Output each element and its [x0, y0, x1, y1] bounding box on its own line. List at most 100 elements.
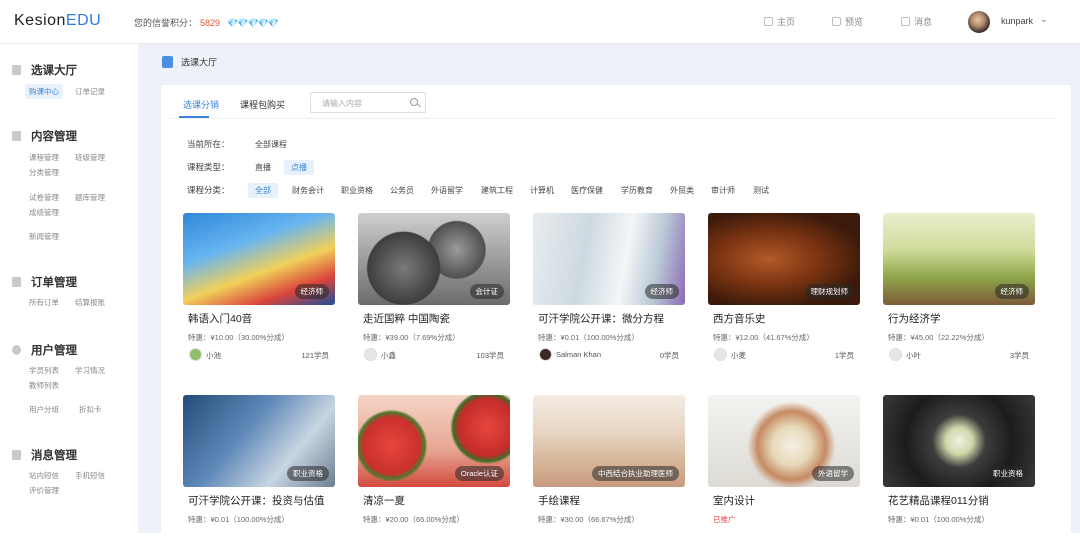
category-option[interactable]: 职业资格: [341, 185, 373, 196]
course-thumbnail[interactable]: 职业资格: [183, 395, 335, 487]
course-title[interactable]: 花艺精品课程011分销: [888, 493, 989, 508]
sidebar-section-content: 内容管理: [12, 128, 77, 144]
student-count: 103学员: [476, 351, 504, 360]
sidebar-item-news-manage[interactable]: 新闻管理: [29, 231, 59, 242]
category-option[interactable]: 公务员: [390, 185, 414, 196]
sidebar-item-user-groups[interactable]: 用户分组: [29, 404, 59, 415]
sidebar-item-purchase-center[interactable]: 购课中心: [25, 84, 63, 99]
diamond-icons: 💎💎💎💎💎: [227, 18, 279, 28]
tab-course-distribution[interactable]: 选课分销: [183, 98, 219, 111]
username[interactable]: kunpark: [1001, 16, 1033, 26]
category-option[interactable]: 外贸类: [670, 185, 694, 196]
chevron-down-icon[interactable]: ⌄: [1040, 14, 1048, 25]
course-title[interactable]: 可汗学院公开课：投资与估值: [188, 493, 325, 508]
course-card[interactable]: 中西结合执业助理医师 手绘课程 特惠：¥30.00（66.67%分成）: [533, 395, 685, 555]
student-count: 0学员: [659, 351, 679, 360]
course-price: 特惠：¥39.00（7.69%分成）: [363, 333, 460, 342]
sidebar-title-course-hall[interactable]: 选课大厅: [12, 62, 77, 78]
sidebar-item-exam-manage[interactable]: 试卷管理: [29, 192, 59, 203]
course-thumbnail[interactable]: 经济师: [883, 213, 1035, 305]
category-badge: 经济师: [644, 284, 679, 299]
sidebar-item-discount-card[interactable]: 折扣卡: [79, 404, 102, 415]
teacher-name: 小麦: [731, 351, 746, 360]
sidebar-title-orders[interactable]: 订单管理: [12, 274, 77, 290]
course-thumbnail[interactable]: 经济师: [533, 213, 685, 305]
sidebar-title-messages[interactable]: 消息管理: [12, 447, 77, 463]
category-option[interactable]: 建筑工程: [481, 185, 513, 196]
sidebar-item-teacher-list[interactable]: 教师列表: [29, 380, 59, 391]
course-title[interactable]: 清凉一夏: [363, 493, 405, 508]
course-card[interactable]: Oracle认证 清凉一夏 特惠：¥20.00（65.00%分成）: [358, 395, 510, 555]
sidebar-item-all-orders[interactable]: 所有订单: [29, 297, 59, 308]
course-title[interactable]: 手绘课程: [538, 493, 580, 508]
sidebar-item-score-manage[interactable]: 成绩管理: [29, 207, 59, 218]
sidebar-item-question-bank[interactable]: 题库管理: [75, 192, 105, 203]
category-option[interactable]: 计算机: [530, 185, 554, 196]
sidebar-item-order-records[interactable]: 订单记录: [75, 86, 105, 97]
sidebar-item-settlement[interactable]: 结算报账: [75, 297, 105, 308]
category-option[interactable]: 审计师: [711, 185, 735, 196]
course-thumbnail[interactable]: 中西结合执业助理医师: [533, 395, 685, 487]
course-price: 特惠：¥30.00（66.67%分成）: [538, 515, 639, 524]
location-value[interactable]: 全部课程: [255, 139, 287, 150]
top-bar: KesionEDU 您的信誉积分： 5829 💎💎💎💎💎 主页 预览 消息 kunp…: [0, 0, 1080, 44]
category-option[interactable]: 医疗保健: [571, 185, 603, 196]
course-card[interactable]: 会计证 走近国粹 中国陶瓷 特惠：¥39.00（7.69%分成） 小鑫 103学…: [358, 213, 510, 373]
type-option-live[interactable]: 直播: [255, 162, 271, 173]
course-title[interactable]: 可汗学院公开课：微分方程: [538, 311, 664, 326]
course-thumbnail[interactable]: 会计证: [358, 213, 510, 305]
sidebar-item-review-manage[interactable]: 评价管理: [29, 485, 59, 496]
user-avatar[interactable]: [968, 11, 990, 33]
category-option-all[interactable]: 全部: [248, 183, 278, 198]
logo[interactable]: KesionEDU: [14, 12, 101, 30]
sidebar-item-mobile-sms[interactable]: 手机短信: [75, 470, 105, 481]
sidebar-title-users[interactable]: 用户管理: [12, 342, 77, 358]
category-badge: 中西结合执业助理医师: [592, 466, 679, 481]
category-option[interactable]: 学历教育: [621, 185, 653, 196]
sidebar-item-course-manage[interactable]: 课程管理: [29, 152, 59, 163]
course-price: 特惠：¥10.00（30.00%分成）: [188, 333, 289, 342]
course-thumbnail[interactable]: 经济师: [183, 213, 335, 305]
course-card[interactable]: 经济师 可汗学院公开课：微分方程 特惠：¥0.01（100.00%分成） Sal…: [533, 213, 685, 373]
nav-home[interactable]: 主页: [764, 15, 795, 28]
type-option-vod[interactable]: 点播: [284, 160, 314, 175]
course-card[interactable]: 职业资格 可汗学院公开课：投资与估值 特惠：¥0.01（100.00%分成）: [183, 395, 335, 555]
search-icon[interactable]: [410, 98, 418, 106]
sidebar-item-site-sms[interactable]: 站内短信: [29, 470, 59, 481]
course-card[interactable]: 经济师 行为经济学 特惠：¥45.00（22.22%分成） 小叶 3学员: [883, 213, 1035, 373]
search-input[interactable]: 请输入内容: [310, 92, 426, 113]
sidebar-item-class-manage[interactable]: 班级管理: [75, 152, 105, 163]
course-thumbnail[interactable]: 理财规划师: [708, 213, 860, 305]
credit-score-value: 5829: [200, 18, 221, 28]
course-card[interactable]: 职业资格 花艺精品课程011分销 特惠：¥0.01（100.00%分成）: [883, 395, 1035, 555]
category-option[interactable]: 外语留学: [431, 185, 463, 196]
sidebar-item-student-list[interactable]: 学员列表: [29, 365, 59, 376]
sidebar: 选课大厅 购课中心 订单记录 内容管理 课程管理 班级管理 分类管理 试卷管理 …: [0, 44, 138, 533]
course-title[interactable]: 西方音乐史: [713, 311, 766, 326]
type-label: 课程类型：: [187, 162, 230, 172]
nav-messages[interactable]: 消息: [901, 15, 932, 28]
course-title[interactable]: 韩语入门40音: [188, 311, 252, 326]
course-thumbnail[interactable]: Oracle认证: [358, 395, 510, 487]
sidebar-item-category-manage[interactable]: 分类管理: [29, 167, 59, 178]
teacher-name: 小叶: [906, 351, 921, 360]
course-card[interactable]: 理财规划师 西方音乐史 特惠：¥12.00（41.67%分成） 小麦 1学员: [708, 213, 860, 373]
category-badge: 职业资格: [287, 466, 329, 481]
category-option[interactable]: 财务会计: [292, 185, 324, 196]
tab-package-purchase[interactable]: 课程包购买: [240, 98, 285, 111]
category-badge: Oracle认证: [454, 466, 504, 481]
teacher-name: 小鑫: [381, 351, 396, 360]
sidebar-item-study-status[interactable]: 学习情况: [75, 365, 105, 376]
course-card[interactable]: 外语留学 室内设计 已推广: [708, 395, 860, 555]
course-card[interactable]: 经济师 韩语入门40音 特惠：¥10.00（30.00%分成） 小池 121学员: [183, 213, 335, 373]
book-icon: [162, 55, 173, 68]
course-thumbnail[interactable]: 职业资格: [883, 395, 1035, 487]
home-icon: [764, 17, 773, 26]
course-title[interactable]: 走近国粹 中国陶瓷: [363, 311, 450, 326]
sidebar-title-content[interactable]: 内容管理: [12, 128, 77, 144]
nav-preview[interactable]: 预览: [832, 15, 863, 28]
category-option[interactable]: 测试: [753, 185, 769, 196]
course-title[interactable]: 行为经济学: [888, 311, 941, 326]
course-title[interactable]: 室内设计: [713, 493, 755, 508]
course-thumbnail[interactable]: 外语留学: [708, 395, 860, 487]
